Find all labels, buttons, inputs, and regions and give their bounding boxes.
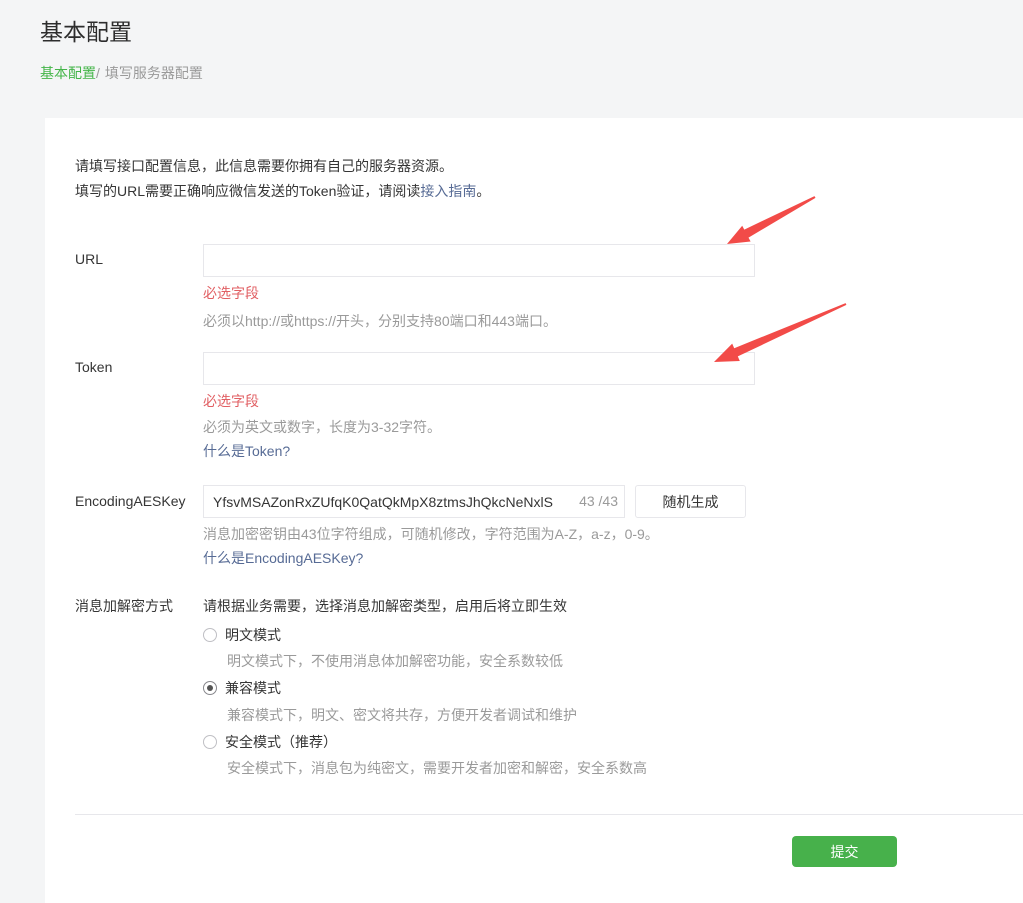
aeskey-input-wrap: 43 /43: [203, 485, 625, 518]
url-label: URL: [75, 251, 103, 267]
intro-line-2-period: 。: [476, 183, 490, 199]
breadcrumb-link-basic-config[interactable]: 基本配置: [40, 65, 96, 81]
radio-secure-icon[interactable]: [203, 735, 217, 749]
token-input[interactable]: [203, 352, 755, 385]
radio-compatible-desc: 兼容模式下，明文、密文将共存，方便开发者调试和维护: [227, 705, 577, 725]
encrypt-mode-label: 消息加解密方式: [75, 596, 173, 616]
encrypt-mode-instruction: 请根据业务需要，选择消息加解密类型，启用后将立即生效: [203, 596, 567, 616]
token-label: Token: [75, 359, 112, 375]
radio-secure-desc: 安全模式下，消息包为纯密文，需要开发者加密和解密，安全系数高: [227, 758, 647, 778]
aeskey-char-counter: 43 /43: [579, 485, 618, 518]
radio-option-plaintext[interactable]: 明文模式: [203, 625, 281, 645]
what-is-token-link[interactable]: 什么是Token?: [203, 441, 290, 461]
aeskey-input[interactable]: [203, 485, 625, 518]
intro-line-2: 填写的URL需要正确响应微信发送的Token验证，请阅读接入指南。: [75, 179, 490, 204]
radio-option-secure[interactable]: 安全模式（推荐）: [203, 732, 337, 752]
radio-secure-label: 安全模式（推荐）: [225, 734, 337, 750]
access-guide-link[interactable]: 接入指南: [420, 183, 476, 199]
intro-text: 请填写接口配置信息，此信息需要你拥有自己的服务器资源。 填写的URL需要正确响应…: [75, 154, 490, 204]
token-required-error: 必选字段: [203, 391, 259, 411]
bottom-divider: [75, 814, 1023, 815]
radio-plaintext-label: 明文模式: [225, 627, 281, 643]
breadcrumb-separator: /: [96, 65, 100, 81]
radio-compatible-label: 兼容模式: [225, 680, 281, 696]
page-title: 基本配置: [40, 13, 132, 47]
token-hint: 必须为英文或数字，长度为3-32字符。: [203, 417, 441, 437]
radio-compatible-icon[interactable]: [203, 681, 217, 695]
aeskey-hint: 消息加密密钥由43位字符组成，可随机修改，字符范围为A-Z，a-z，0-9。: [203, 524, 659, 544]
breadcrumb: 基本配置/ 填写服务器配置: [40, 63, 203, 83]
url-required-error: 必选字段: [203, 283, 259, 303]
radio-plaintext-desc: 明文模式下，不使用消息体加解密功能，安全系数较低: [227, 651, 563, 671]
url-input[interactable]: [203, 244, 755, 277]
intro-line-2-text: 填写的URL需要正确响应微信发送的Token验证，请阅读: [75, 183, 420, 199]
server-config-page: { "page": { "title": "基本配置", "breadcrumb…: [0, 0, 1023, 903]
breadcrumb-current-step: 填写服务器配置: [105, 65, 203, 81]
radio-plaintext-icon[interactable]: [203, 628, 217, 642]
what-is-aeskey-link[interactable]: 什么是EncodingAESKey?: [203, 548, 363, 568]
radio-option-compatible[interactable]: 兼容模式: [203, 678, 281, 698]
config-card: 请填写接口配置信息，此信息需要你拥有自己的服务器资源。 填写的URL需要正确响应…: [45, 118, 1023, 903]
submit-button[interactable]: 提交: [792, 836, 897, 867]
url-hint: 必须以http://或https://开头，分别支持80端口和443端口。: [203, 311, 557, 331]
intro-line-1: 请填写接口配置信息，此信息需要你拥有自己的服务器资源。: [75, 154, 490, 179]
random-generate-button[interactable]: 随机生成: [635, 485, 746, 518]
aeskey-label: EncodingAESKey: [75, 493, 186, 509]
